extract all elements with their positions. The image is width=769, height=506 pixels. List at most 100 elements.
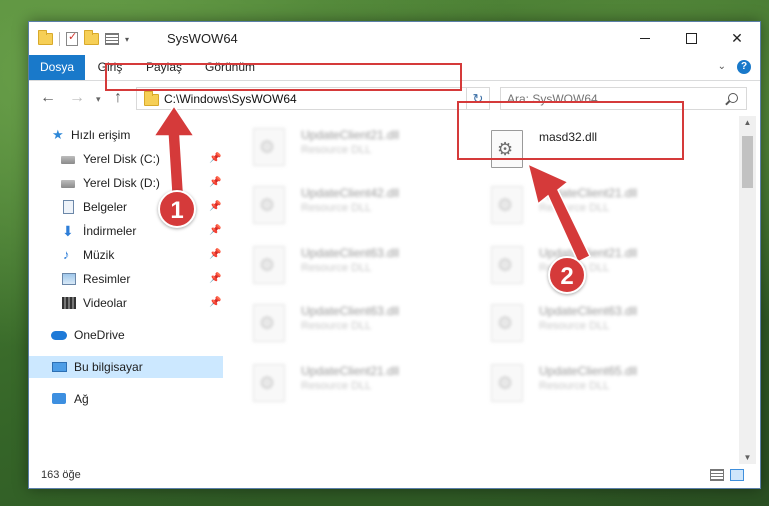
toolbar-divider bbox=[59, 32, 60, 46]
file-type: Resource DLL bbox=[539, 380, 610, 392]
file-name: UpdateClient21.dll bbox=[301, 364, 400, 378]
file-explorer-window: ▾ SysWOW64 ✕ Dosya Giriş Paylaş Görünüm … bbox=[28, 21, 761, 489]
music-icon: ♪ bbox=[63, 247, 70, 262]
dll-file-icon bbox=[491, 186, 523, 224]
file-name: UpdateClient63.dll bbox=[539, 304, 638, 318]
download-icon: ⬇ bbox=[62, 223, 74, 239]
scroll-up-arrow-icon[interactable]: ▲ bbox=[739, 118, 756, 127]
dll-file-icon bbox=[253, 186, 285, 224]
details-view-icon[interactable] bbox=[710, 469, 724, 481]
scroll-down-arrow-icon[interactable]: ▼ bbox=[739, 453, 756, 462]
file-name: UpdateClient21.dll bbox=[301, 128, 400, 142]
file-list: UpdateClient21.dll Resource DLL UpdateCl… bbox=[225, 116, 739, 458]
list-item[interactable]: UpdateClient65.dll Resource DLL bbox=[467, 360, 687, 408]
sidebar-item-videos[interactable]: Videolar 📌 bbox=[29, 292, 223, 314]
list-item[interactable]: UpdateClient63.dll Resource DLL bbox=[229, 242, 449, 290]
maximize-button[interactable] bbox=[668, 22, 714, 55]
vertical-scrollbar[interactable]: ▲ ▼ bbox=[739, 116, 756, 464]
recent-locations-chevron-icon[interactable]: ▾ bbox=[96, 94, 101, 105]
sidebar-item-label: Yerel Disk (C:) bbox=[83, 152, 160, 166]
list-item[interactable]: UpdateClient63.dll Resource DLL bbox=[229, 300, 449, 348]
window-title: SysWOW64 bbox=[167, 31, 238, 46]
properties-icon[interactable] bbox=[66, 30, 78, 46]
maximize-icon bbox=[685, 33, 697, 44]
callout-arrow-2 bbox=[526, 162, 591, 264]
new-folder-icon[interactable] bbox=[84, 30, 99, 45]
minimize-icon bbox=[640, 38, 650, 39]
pin-icon[interactable]: 📌 bbox=[209, 172, 221, 194]
onedrive-icon bbox=[51, 331, 67, 340]
file-type: Resource DLL bbox=[301, 144, 372, 156]
dll-file-icon bbox=[253, 304, 285, 342]
file-type: Resource DLL bbox=[301, 202, 372, 214]
up-button[interactable]: ↑ bbox=[114, 89, 122, 107]
sidebar-item-label: İndirmeler bbox=[83, 224, 137, 238]
dll-file-icon bbox=[491, 364, 523, 402]
item-count: 163 öğe bbox=[41, 469, 81, 481]
sidebar-item-network[interactable]: Ağ bbox=[29, 388, 223, 410]
forward-button[interactable]: → bbox=[69, 89, 85, 107]
videos-icon bbox=[62, 297, 76, 309]
callout-badge-1: 1 bbox=[158, 190, 196, 228]
sidebar-item-onedrive[interactable]: OneDrive bbox=[29, 324, 223, 346]
pictures-icon bbox=[62, 273, 76, 285]
file-type: Resource DLL bbox=[301, 380, 372, 392]
list-item[interactable]: UpdateClient63.dll Resource DLL bbox=[467, 300, 687, 348]
sidebar-item-label: Hızlı erişim bbox=[71, 128, 131, 142]
search-icon[interactable] bbox=[728, 93, 738, 103]
pin-icon[interactable]: 📌 bbox=[209, 244, 221, 266]
help-icon[interactable]: ? bbox=[737, 60, 751, 74]
pin-icon[interactable]: 📌 bbox=[209, 196, 221, 218]
callout-badge-2: 2 bbox=[548, 256, 586, 294]
close-icon: ✕ bbox=[731, 30, 743, 46]
tab-file[interactable]: Dosya bbox=[29, 55, 85, 80]
sidebar-item-label: Müzik bbox=[83, 248, 115, 262]
sidebar-item-pictures[interactable]: Resimler 📌 bbox=[29, 268, 223, 290]
title-bar: ▾ SysWOW64 ✕ bbox=[29, 22, 760, 55]
expand-ribbon-chevron-icon[interactable]: ⌄ bbox=[718, 61, 726, 72]
sidebar-item-music[interactable]: ♪ Müzik 📌 bbox=[29, 244, 223, 266]
large-icons-view-icon[interactable] bbox=[730, 469, 744, 481]
document-icon bbox=[63, 200, 74, 214]
list-item[interactable]: UpdateClient42.dll Resource DLL bbox=[229, 182, 449, 230]
sidebar-item-label: Yerel Disk (D:) bbox=[83, 176, 160, 190]
drive-icon bbox=[61, 156, 75, 164]
scrollbar-thumb[interactable] bbox=[742, 136, 753, 188]
close-button[interactable]: ✕ bbox=[714, 22, 760, 55]
sidebar-item-label: Bu bilgisayar bbox=[74, 360, 143, 374]
sidebar-item-label: Videolar bbox=[83, 296, 127, 310]
file-highlight-box bbox=[457, 101, 684, 160]
file-type: Resource DLL bbox=[539, 320, 610, 332]
star-icon: ★ bbox=[52, 127, 64, 142]
view-options-icon[interactable] bbox=[105, 33, 119, 45]
sidebar-item-label: Belgeler bbox=[83, 200, 128, 214]
sidebar-item-label: OneDrive bbox=[74, 328, 125, 342]
back-button[interactable]: ← bbox=[40, 89, 56, 107]
dll-file-icon bbox=[253, 128, 285, 166]
sidebar-item-this-pc[interactable]: Bu bilgisayar bbox=[29, 356, 223, 378]
customize-toolbar-chevron-icon[interactable]: ▾ bbox=[125, 35, 129, 44]
network-icon bbox=[52, 393, 66, 404]
file-type: Resource DLL bbox=[301, 320, 372, 332]
list-item[interactable]: UpdateClient21.dll Resource DLL bbox=[229, 124, 449, 172]
file-type: Resource DLL bbox=[301, 262, 372, 274]
file-name: UpdateClient63.dll bbox=[301, 246, 400, 260]
sidebar-item-label: Resimler bbox=[83, 272, 131, 286]
quick-access-toolbar: ▾ bbox=[38, 30, 129, 46]
folder-icon[interactable] bbox=[38, 30, 53, 45]
minimize-button[interactable] bbox=[622, 22, 668, 55]
pin-icon[interactable]: 📌 bbox=[209, 292, 221, 314]
file-name: UpdateClient65.dll bbox=[539, 364, 638, 378]
drive-icon bbox=[61, 180, 75, 188]
list-item[interactable]: UpdateClient21.dll Resource DLL bbox=[229, 360, 449, 408]
status-bar: 163 öğe bbox=[29, 464, 760, 488]
pin-icon[interactable]: 📌 bbox=[209, 148, 221, 170]
dll-file-icon bbox=[491, 246, 523, 284]
sidebar-item-label: Ağ bbox=[74, 392, 89, 406]
pin-icon[interactable]: 📌 bbox=[209, 268, 221, 290]
dll-file-icon bbox=[253, 246, 285, 284]
address-highlight-box bbox=[105, 63, 462, 91]
sidebar-item-downloads[interactable]: ⬇ İndirmeler 📌 bbox=[29, 220, 223, 242]
file-name: UpdateClient42.dll bbox=[301, 186, 400, 200]
pin-icon[interactable]: 📌 bbox=[209, 220, 221, 242]
